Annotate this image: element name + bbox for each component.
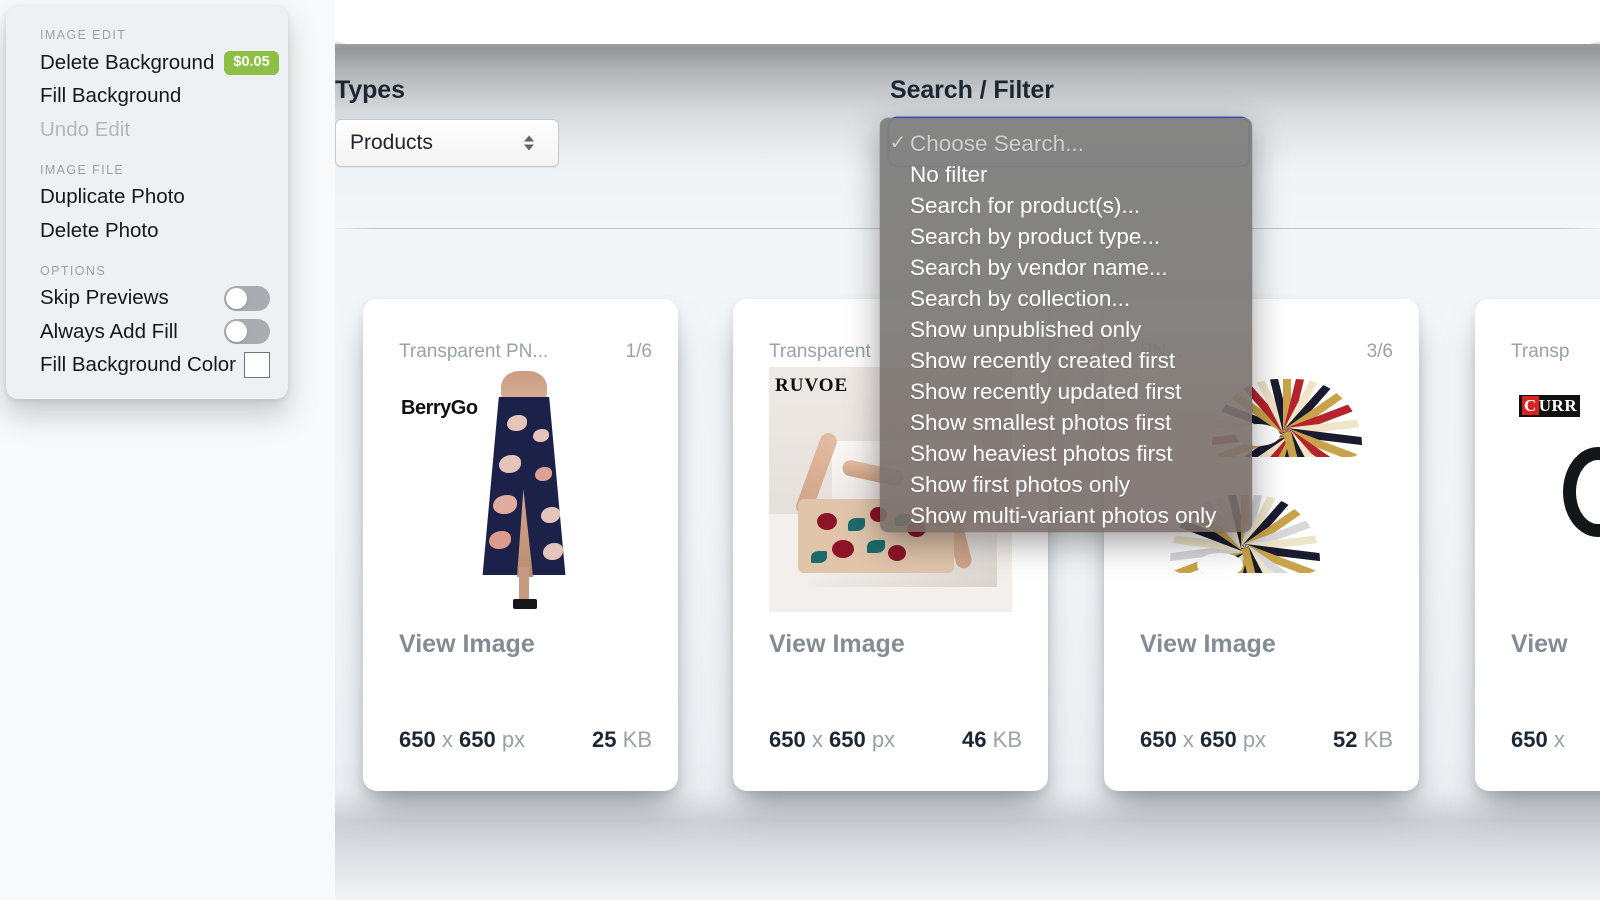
- image-tools-panel: IMAGE EDIT Delete Background $0.05 Fill …: [6, 6, 288, 399]
- search-menu-item-label: Show first photos only: [910, 472, 1130, 497]
- menu-item-delete-background[interactable]: Delete Background $0.05: [6, 46, 288, 80]
- menu-item-duplicate-photo[interactable]: Duplicate Photo: [6, 181, 288, 215]
- card-footer: 650 x: [1511, 727, 1600, 753]
- view-image-link[interactable]: View Image: [399, 630, 535, 659]
- card-dimensions: 650 x 650 px: [1140, 727, 1266, 753]
- menu-item-label: Duplicate Photo: [40, 185, 185, 209]
- menu-item-label: Undo Edit: [40, 118, 130, 142]
- card-filesize: 52 KB: [1333, 727, 1393, 753]
- option-label: Fill Background Color: [40, 353, 236, 377]
- search-filter-menu[interactable]: ✓Choose Search... No filter Search for pro…: [880, 118, 1252, 532]
- search-menu-item[interactable]: Show first photos only: [880, 469, 1252, 500]
- types-field-group: Types Products: [335, 76, 559, 167]
- search-menu-item[interactable]: Search by collection...: [880, 283, 1252, 314]
- card-filesize: 25 KB: [592, 727, 652, 753]
- search-menu-item-label: Show smallest photos first: [910, 410, 1171, 435]
- product-artwork: [459, 371, 589, 611]
- search-menu-item-label: Show recently updated first: [910, 379, 1181, 404]
- search-menu-item-label: Show unpublished only: [910, 317, 1141, 342]
- section-header-options: OPTIONS: [6, 248, 288, 282]
- menu-item-label: Delete Photo: [40, 219, 159, 243]
- menu-item-fill-background[interactable]: Fill Background: [6, 80, 288, 114]
- photo-card[interactable]: Transp CCURRURR View 650 x: [1475, 299, 1600, 791]
- brand-logo: RUVOE: [775, 375, 848, 397]
- search-menu-item-label: Search for product(s)...: [910, 193, 1140, 218]
- card-dimensions: 650 x 650 px: [769, 727, 895, 753]
- search-menu-item[interactable]: Show smallest photos first: [880, 407, 1252, 438]
- search-menu-item[interactable]: Show recently created first: [880, 345, 1252, 376]
- price-badge: $0.05: [224, 51, 278, 75]
- search-menu-item[interactable]: No filter: [880, 159, 1252, 190]
- section-header-image-edit: IMAGE EDIT: [6, 28, 288, 46]
- menu-item-label: Fill Background: [40, 84, 181, 108]
- search-menu-item-label: Show heaviest photos first: [910, 441, 1173, 466]
- search-menu-item[interactable]: Show unpublished only: [880, 314, 1252, 345]
- types-select-value: Products: [350, 131, 433, 155]
- photo-card[interactable]: Transparent PN... 1/6 BerryGo: [363, 299, 678, 791]
- search-filter-label: Search / Filter: [890, 76, 1248, 105]
- types-select[interactable]: Products: [335, 119, 559, 167]
- card-header: Transparent PN... 1/6: [399, 341, 652, 363]
- card-title: Transparent PN...: [399, 341, 548, 363]
- search-menu-item[interactable]: Search by vendor name...: [880, 252, 1252, 283]
- card-filesize: 46 KB: [962, 727, 1022, 753]
- card-thumbnail[interactable]: BerryGo: [399, 367, 642, 612]
- search-menu-item-label: Choose Search...: [910, 131, 1084, 156]
- card-footer: 650 x 650 px 52 KB: [1140, 727, 1393, 753]
- card-count: 3/6: [1367, 341, 1393, 363]
- view-image-link[interactable]: View: [1511, 630, 1568, 659]
- card-title: Transparent: [769, 341, 871, 363]
- product-artwork: [1563, 447, 1600, 537]
- search-menu-item-label: No filter: [910, 162, 988, 187]
- bottom-shadow-band: [335, 790, 1600, 900]
- search-menu-item[interactable]: Show multi-variant photos only: [880, 500, 1252, 531]
- search-menu-item-label: Show recently created first: [910, 348, 1175, 373]
- option-skip-previews[interactable]: Skip Previews: [6, 282, 288, 316]
- menu-item-undo-edit: Undo Edit: [6, 113, 288, 147]
- search-menu-item[interactable]: ✓Choose Search...: [880, 128, 1252, 159]
- option-label: Always Add Fill: [40, 320, 178, 344]
- view-image-link[interactable]: View Image: [769, 630, 905, 659]
- card-thumbnail[interactable]: CCURRURR: [1511, 367, 1600, 612]
- app-root: Types Products Search / Filter Transpare…: [0, 0, 1600, 900]
- checkmark-icon: ✓: [888, 128, 908, 159]
- card-count: 1/6: [626, 341, 652, 363]
- card-dimensions: 650 x: [1511, 727, 1565, 753]
- card-footer: 650 x 650 px 25 KB: [399, 727, 652, 753]
- search-menu-item[interactable]: Search by product type...: [880, 221, 1252, 252]
- option-label: Skip Previews: [40, 286, 169, 310]
- search-menu-item[interactable]: Show recently updated first: [880, 376, 1252, 407]
- search-menu-item-label: Search by product type...: [910, 224, 1160, 249]
- search-menu-item[interactable]: Show heaviest photos first: [880, 438, 1252, 469]
- view-image-link[interactable]: View Image: [1140, 630, 1276, 659]
- search-menu-item[interactable]: Search for product(s)...: [880, 190, 1252, 221]
- search-menu-item-label: Search by collection...: [910, 286, 1130, 311]
- stepper-icon: [524, 136, 534, 151]
- menu-item-delete-photo[interactable]: Delete Photo: [6, 214, 288, 248]
- option-fill-background-color[interactable]: Fill Background Color: [6, 349, 288, 383]
- search-menu-item-label: Show multi-variant photos only: [910, 503, 1216, 528]
- brand-logo: BerryGo: [401, 397, 478, 420]
- section-header-image-file: IMAGE FILE: [6, 147, 288, 181]
- search-menu-item-label: Search by vendor name...: [910, 255, 1168, 280]
- option-always-add-fill[interactable]: Always Add Fill: [6, 315, 288, 349]
- card-footer: 650 x 650 px 46 KB: [769, 727, 1022, 753]
- menu-item-label: Delete Background: [40, 51, 214, 75]
- brand-logo: CCURRURR: [1519, 395, 1580, 417]
- card-title: Transp: [1511, 341, 1569, 363]
- always-add-fill-toggle[interactable]: [224, 319, 270, 344]
- card-header: Transp: [1511, 341, 1600, 363]
- fill-color-swatch[interactable]: [244, 352, 270, 378]
- types-label: Types: [335, 76, 559, 105]
- skip-previews-toggle[interactable]: [224, 286, 270, 311]
- card-dimensions: 650 x 650 px: [399, 727, 525, 753]
